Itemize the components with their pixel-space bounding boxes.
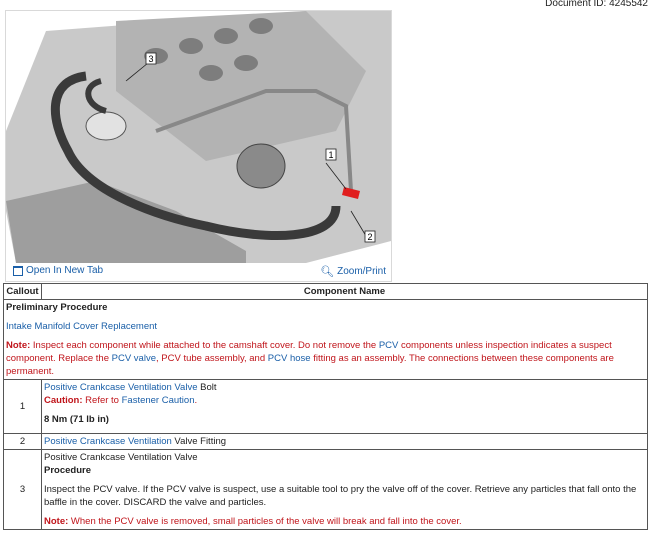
svg-text:2: 2 — [367, 232, 372, 242]
document-id: Document ID: 4245542 — [545, 0, 648, 9]
callout-number: 1 — [3, 379, 42, 434]
preliminary-note: Note: Inspect each component while attac… — [6, 340, 614, 377]
pcv-valve-bolt-link[interactable]: Positive Crankcase Ventilation Valve — [44, 382, 198, 393]
svg-text:1: 1 — [328, 150, 333, 160]
zoom-icon: 🔍︎ — [320, 266, 335, 278]
callout-number: 3 — [3, 449, 42, 530]
component-name-header: Component Name — [41, 283, 648, 300]
oil-cap — [85, 111, 127, 141]
open-in-new-tab-link[interactable]: Open In New Tab — [13, 265, 103, 276]
caution-text: Caution: Refer to Fastener Caution. — [44, 395, 198, 406]
procedure-title: Procedure — [44, 465, 91, 476]
torque-spec: 8 Nm (71 lb in) — [44, 414, 109, 425]
preliminary-title: Preliminary Procedure — [6, 302, 108, 313]
preliminary-row: Preliminary Procedure Intake Manifold Co… — [3, 299, 648, 380]
zoom-print-link[interactable]: 🔍︎ Zoom/Print — [320, 265, 386, 278]
table-row: 3 Positive Crankcase Ventilation Valve P… — [3, 449, 648, 530]
callout-1: 1 — [325, 148, 337, 161]
intake-manifold-link[interactable]: Intake Manifold Cover Replacement — [6, 321, 157, 332]
procedure-step: Inspect the PCV valve. If the PCV valve … — [44, 484, 637, 508]
pcv-valve-link[interactable]: PCV valve — [112, 353, 156, 364]
throttle-body — [236, 143, 286, 189]
callout-3: 3 — [145, 52, 157, 65]
engine-drawing: 1 2 3 — [6, 11, 391, 263]
callout-number: 2 — [3, 433, 42, 450]
fastener-caution-link[interactable]: Fastener Caution — [122, 395, 195, 406]
pcv-link[interactable]: PCV — [379, 340, 399, 351]
component-name: Positive Crankcase Ventilation Valve — [44, 452, 198, 463]
engine-illustration: 1 2 3 Open In New Tab 🔍︎ Zoom/Print — [5, 10, 392, 282]
components-table: Callout Component Name Preliminary Proce… — [3, 283, 648, 530]
svg-text:3: 3 — [148, 54, 153, 64]
callout-header: Callout — [3, 283, 42, 300]
new-tab-icon — [13, 265, 23, 276]
table-row: 2 Positive Crankcase Ventilation Valve F… — [3, 433, 648, 450]
pcv-hose-link[interactable]: PCV hose — [268, 353, 311, 364]
callout-2: 2 — [364, 230, 376, 243]
procedure-note: Note: When the PCV valve is removed, sma… — [44, 516, 462, 527]
pcv-fitting-link[interactable]: Positive Crankcase Ventilation — [44, 436, 172, 447]
table-header-row: Callout Component Name — [3, 283, 648, 300]
table-row: 1 Positive Crankcase Ventilation Valve B… — [3, 379, 648, 434]
